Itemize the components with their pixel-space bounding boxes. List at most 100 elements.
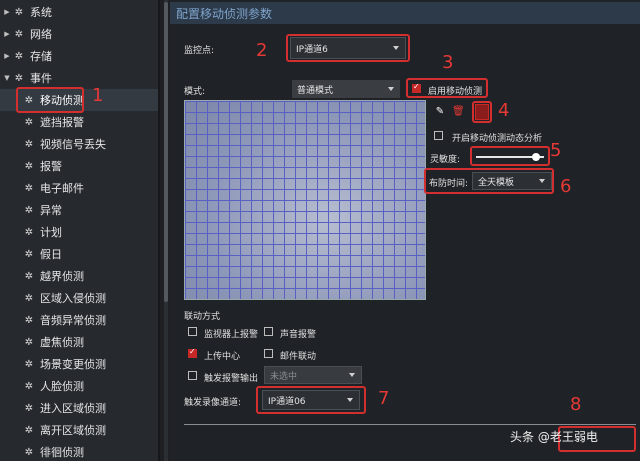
sidebar-item-label: 网络 [30, 28, 52, 41]
sound-alarm-label: 声音报警 [280, 330, 317, 340]
linkage-title: 联动方式 [184, 312, 221, 322]
gear-icon: ✲ [24, 336, 34, 348]
sidebar: ▶ ✲ 系统 ▶ ✲ 网络 ▶ ✲ 存储 ▼ ✲ 事件 ✲ 移动侦测 ✲ 遮挡报… [0, 0, 160, 461]
sidebar-item-defocus[interactable]: ✲ 虚焦侦测 [0, 331, 84, 353]
email-linkage-checkbox[interactable] [264, 349, 273, 358]
sidebar-item-face-detection[interactable]: ✲ 人脸侦测 [0, 375, 84, 397]
sidebar-item-label: 离开区域侦测 [40, 424, 106, 437]
chevron-down-icon [349, 373, 355, 377]
sidebar-item-email[interactable]: ✲ 电子邮件 [0, 177, 84, 199]
sidebar-item-label: 人脸侦测 [40, 380, 84, 393]
sidebar-item-label: 报警 [40, 160, 62, 173]
annotation-number: 8 [570, 394, 582, 415]
gear-icon: ✲ [24, 358, 34, 370]
annotation-box [286, 34, 410, 62]
sidebar-item-region-exit[interactable]: ✲ 离开区域侦测 [0, 419, 106, 441]
sensitivity-label: 灵敏度: [430, 155, 461, 165]
app-window: ▶ ✲ 系统 ▶ ✲ 网络 ▶ ✲ 存储 ▼ ✲ 事件 ✲ 移动侦测 ✲ 遮挡报… [0, 0, 640, 461]
gear-icon: ✲ [24, 446, 34, 458]
motion-detection-grid[interactable] [184, 100, 426, 300]
upload-center-label: 上传中心 [204, 352, 241, 362]
sound-alarm-checkbox[interactable] [264, 327, 273, 336]
sidebar-scrollbar-thumb[interactable] [164, 2, 168, 302]
annotation-number: 6 [560, 176, 572, 197]
gear-icon: ✲ [14, 28, 24, 40]
upload-center-checkbox[interactable] [188, 347, 197, 358]
sidebar-item-label: 进入区域侦测 [40, 402, 106, 415]
sidebar-item-label: 虚焦侦测 [40, 336, 84, 349]
gear-icon: ✲ [14, 72, 24, 84]
sidebar-item-intrusion[interactable]: ✲ 区域入侵侦测 [0, 287, 106, 309]
chevron-right-icon: ▶ [4, 8, 10, 16]
sidebar-item-label: 事件 [30, 72, 52, 85]
sidebar-item-label: 计划 [40, 226, 62, 239]
chevron-right-icon: ▶ [4, 30, 10, 38]
trigger-output-label: 触发报警输出 [204, 374, 259, 384]
dynamic-analysis-checkbox[interactable] [434, 131, 443, 140]
gear-icon: ✲ [24, 424, 34, 436]
gear-icon: ✲ [14, 50, 24, 62]
sidebar-item-label: 假日 [40, 248, 62, 261]
annotation-box [406, 78, 488, 98]
sidebar-item-loitering[interactable]: ✲ 徘徊侦测 [0, 441, 84, 461]
gear-icon: ✲ [24, 116, 34, 128]
sidebar-item-label: 存储 [30, 50, 52, 63]
email-linkage-label: 邮件联动 [280, 352, 317, 362]
draw-area-icon[interactable]: ✎ [434, 106, 446, 118]
trigger-output-select[interactable]: 未选中 [264, 366, 362, 384]
sidebar-item-label: 场景变更侦测 [40, 358, 106, 371]
sidebar-item-alarm[interactable]: ✲ 报警 [0, 155, 62, 177]
annotation-box [472, 101, 492, 123]
sidebar-item-audio-exception[interactable]: ✲ 音频异常侦测 [0, 309, 106, 331]
gear-icon: ✲ [24, 314, 34, 326]
gear-icon: ✲ [14, 6, 24, 18]
annotation-number: 4 [498, 100, 510, 121]
gear-icon: ✲ [24, 182, 34, 194]
video-preview [185, 101, 425, 299]
sidebar-item-system[interactable]: ▶ ✲ 系统 [0, 1, 52, 23]
annotation-box [424, 168, 554, 194]
annotation-number: 7 [378, 388, 390, 409]
mode-label: 模式: [184, 87, 206, 97]
sidebar-item-label: 系统 [30, 6, 52, 19]
sidebar-item-occlusion-alarm[interactable]: ✲ 遮挡报警 [0, 111, 84, 133]
mode-select[interactable]: 普通模式 [292, 80, 400, 98]
divider [184, 424, 636, 425]
gear-icon: ✲ [24, 160, 34, 172]
sidebar-item-label: 异常 [40, 204, 62, 217]
sidebar-item-exception[interactable]: ✲ 异常 [0, 199, 62, 221]
sidebar-item-label: 遮挡报警 [40, 116, 84, 129]
sidebar-item-label: 音频异常侦测 [40, 314, 106, 327]
trigger-output-checkbox[interactable] [188, 371, 197, 380]
sidebar-item-network[interactable]: ▶ ✲ 网络 [0, 23, 52, 45]
sidebar-item-label: 越界侦测 [40, 270, 84, 283]
gear-icon: ✲ [24, 270, 34, 282]
chevron-right-icon: ▶ [4, 52, 10, 60]
sidebar-item-storage[interactable]: ▶ ✲ 存储 [0, 45, 52, 67]
annotation-number: 3 [442, 52, 454, 73]
delete-icon[interactable]: 🗑 [452, 106, 465, 118]
monitor-alarm-checkbox[interactable] [188, 327, 197, 336]
dynamic-analysis-label: 开启移动侦测动态分析 [452, 134, 543, 144]
gear-icon: ✲ [24, 138, 34, 150]
sidebar-item-label: 电子邮件 [40, 182, 84, 195]
sidebar-item-schedule[interactable]: ✲ 计划 [0, 221, 62, 243]
sidebar-item-scene-change[interactable]: ✲ 场景变更侦测 [0, 353, 106, 375]
gear-icon: ✲ [24, 402, 34, 414]
annotation-box [16, 87, 84, 113]
gear-icon: ✲ [24, 292, 34, 304]
annotation-box [470, 146, 550, 166]
chevron-down-icon: ▼ [4, 74, 10, 82]
monitor-alarm-label: 监视器上报警 [204, 330, 259, 340]
sidebar-item-line-crossing[interactable]: ✲ 越界侦测 [0, 265, 84, 287]
title-bar: 配置移动侦测参数 [170, 2, 640, 24]
mode-select-value: 普通模式 [297, 85, 334, 96]
chevron-down-icon [388, 87, 394, 91]
gear-icon: ✲ [24, 248, 34, 260]
sidebar-item-region-entrance[interactable]: ✲ 进入区域侦测 [0, 397, 106, 419]
sidebar-item-event[interactable]: ▼ ✲ 事件 [0, 67, 52, 89]
sidebar-item-holiday[interactable]: ✲ 假日 [0, 243, 62, 265]
trigger-channel-label: 触发录像通道: [184, 398, 242, 408]
annotation-number: 5 [550, 140, 562, 161]
sidebar-item-video-loss[interactable]: ✲ 视频信号丢失 [0, 133, 106, 155]
